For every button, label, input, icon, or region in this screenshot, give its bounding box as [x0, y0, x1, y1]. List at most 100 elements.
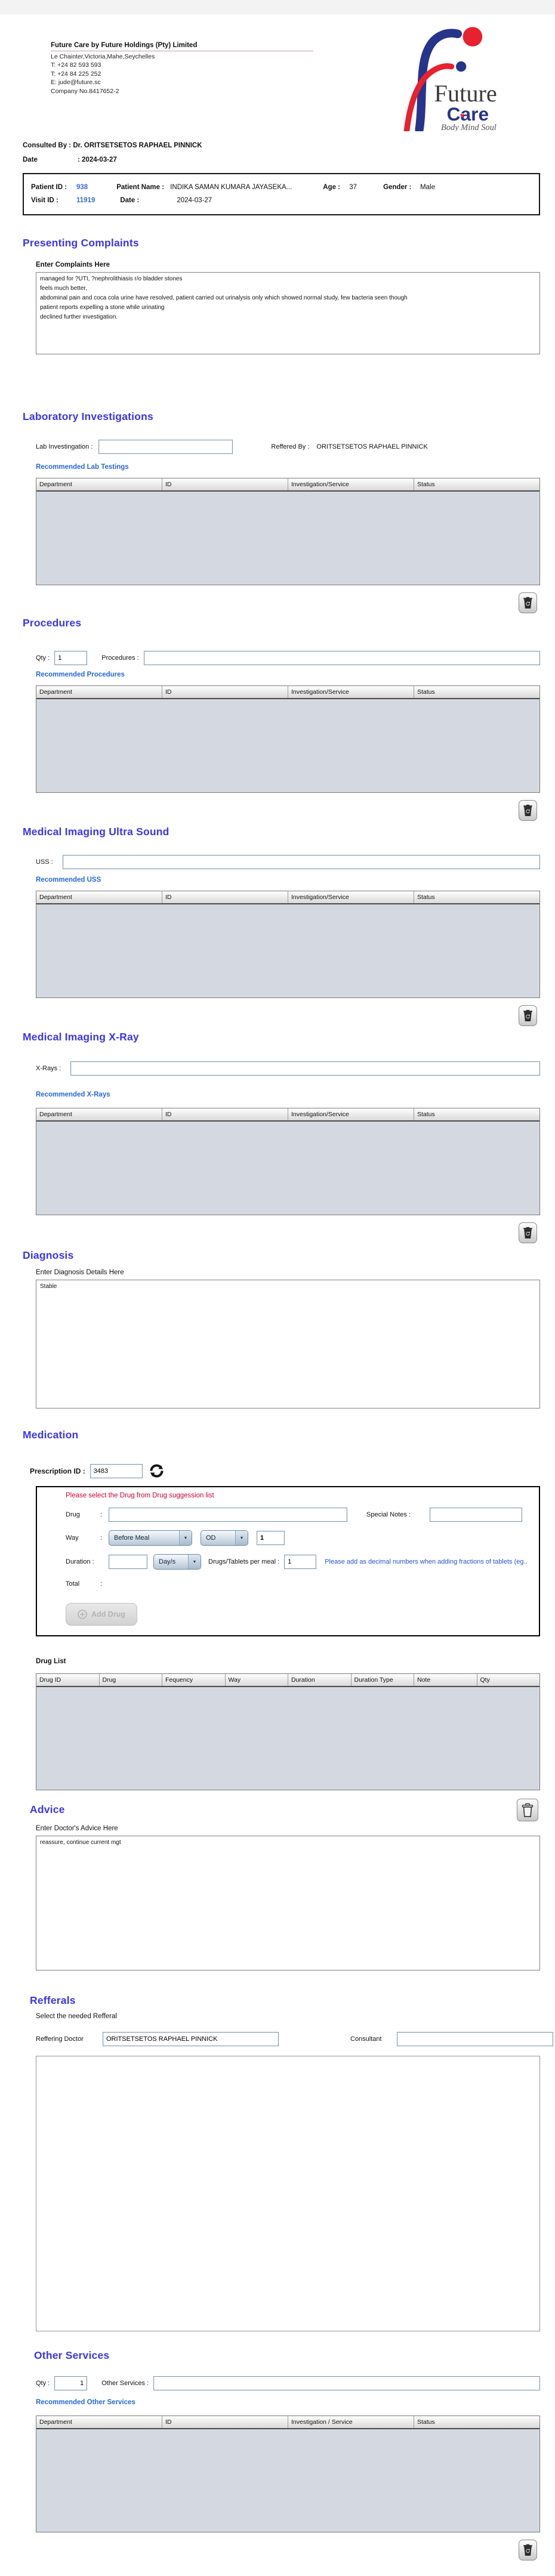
- add-drug-label: Add Drug: [91, 1610, 125, 1619]
- list-cell: Status: [414, 2416, 539, 2428]
- company-name: Future Care by Future Holdings (Pty) Lim…: [51, 42, 313, 51]
- consultant-input[interactable]: [397, 2032, 553, 2046]
- trash-icon: [523, 1227, 533, 1239]
- procedures-label: Procedures :: [101, 654, 138, 662]
- list-cell: Department: [36, 478, 162, 490]
- list-cell: Status: [414, 686, 539, 698]
- diagnosis-textarea[interactable]: Stable: [36, 1280, 540, 1409]
- other-services-input[interactable]: [153, 2376, 540, 2390]
- frequency-select[interactable]: OD ▼: [201, 1530, 248, 1546]
- list-cell: T: +24 82 593 593: [51, 61, 331, 69]
- diagnosis-label: Enter Diagnosis Details Here: [36, 1269, 555, 1276]
- list-cell: ID: [162, 1108, 288, 1120]
- list-cell: Department: [36, 1108, 162, 1120]
- section-title-xray: Medical Imaging X-Ray: [23, 1031, 555, 1043]
- xray-clear-trash-button[interactable]: [519, 1222, 537, 1243]
- prescription-id-label: Prescription ID :: [30, 1467, 85, 1475]
- uss-input[interactable]: [63, 855, 540, 869]
- consultant-label: Consultant: [350, 2036, 397, 2043]
- list-cell: ID: [162, 891, 288, 903]
- drug-suggestion-warning: Please select the Drug from Drug suggess…: [66, 1492, 527, 1499]
- uss-table-body[interactable]: [36, 904, 539, 997]
- drug-list-table-body[interactable]: [36, 1687, 539, 1790]
- other-services-clear-trash-button[interactable]: [519, 2540, 537, 2560]
- plus-circle-icon: [78, 1610, 87, 1619]
- drug-row: Drug : Special Notes :: [66, 1508, 527, 1522]
- list-cell: Duration: [288, 1674, 352, 1686]
- list-cell: Le Chainter,Victoria,Mahe,Seychelles: [51, 53, 331, 60]
- list-cell: Qty: [477, 1674, 540, 1686]
- refresh-prescription-button[interactable]: [149, 1463, 165, 1479]
- list-cell: Status: [414, 891, 539, 903]
- other-services-trash-row: [0, 2540, 555, 2560]
- prescription-id-input[interactable]: [90, 1464, 143, 1478]
- refresh-icon: [149, 1463, 165, 1479]
- lab-input-label: Lab Investingation :: [36, 443, 92, 450]
- frequency-qty-input[interactable]: [257, 1531, 285, 1545]
- age-label: Age :: [323, 184, 349, 191]
- section-title-advice: Advice: [30, 1803, 65, 1816]
- recommended-uss-link[interactable]: Recommended USS: [36, 876, 101, 884]
- drug-list-clear-trash-button[interactable]: [517, 1799, 538, 1821]
- chevron-down-icon: ▼: [179, 1531, 192, 1545]
- other-services-table-body[interactable]: [36, 2429, 539, 2532]
- decimal-hint-text: Please add as decimal numbers when addin…: [325, 1558, 527, 1565]
- patient-id-value: 938: [76, 184, 88, 191]
- referral-list-box[interactable]: [36, 2056, 540, 2331]
- procedures-table-body[interactable]: [36, 699, 539, 792]
- lab-table-header: DepartmentIDInvestigation/ServiceStatus: [36, 478, 539, 492]
- lab-investigation-input[interactable]: [98, 440, 233, 454]
- logo-blue-dot: [456, 61, 466, 72]
- chevron-down-icon: ▼: [188, 1555, 201, 1569]
- company-logo: Future Care ♥ Body Mind Soul: [364, 14, 549, 134]
- consultation-report-page: Future Care by Future Holdings (Pty) Lim…: [0, 0, 555, 2576]
- lab-clear-trash-button[interactable]: [519, 592, 537, 613]
- date-value: : 2024-03-27: [78, 156, 117, 163]
- lab-table-body[interactable]: [36, 492, 539, 585]
- drug-input[interactable]: [109, 1508, 347, 1522]
- frequency-select-value: OD: [201, 1534, 235, 1542]
- referral-inputs-row: Reffering Doctor Consultant: [36, 2032, 555, 2046]
- procedures-input[interactable]: [144, 651, 540, 665]
- referring-doctor-input[interactable]: [103, 2032, 279, 2046]
- patient-name-value: INDIKA SAMAN KUMARA JAYASEKA...: [170, 184, 292, 191]
- special-notes-input[interactable]: [430, 1508, 522, 1522]
- total-label: Total: [66, 1580, 100, 1587]
- uss-table: DepartmentIDInvestigation/ServiceStatus: [36, 891, 540, 998]
- other-services-table: DepartmentIDInvestigation / ServiceStatu…: [36, 2416, 540, 2532]
- xray-input[interactable]: [70, 1061, 540, 1076]
- procedures-clear-trash-button[interactable]: [519, 800, 537, 821]
- recommended-lab-testings-link[interactable]: Recommended Lab Testings: [36, 464, 129, 471]
- other-qty-input[interactable]: [54, 2376, 87, 2390]
- per-meal-label: Drugs/Tablets per meal :: [208, 1558, 279, 1565]
- recommended-xray-link[interactable]: Recommended X-Rays: [36, 1091, 110, 1098]
- other-services-label: Other Services :: [101, 2380, 149, 2387]
- xray-table-body[interactable]: [36, 1122, 539, 1215]
- list-cell: T: +24 84 225 252: [51, 70, 331, 78]
- complaints-textarea[interactable]: managed for ?UTI, ?nephrolithiasis r/o b…: [36, 272, 540, 354]
- procedures-qty-input[interactable]: [54, 651, 87, 665]
- duration-input[interactable]: [109, 1555, 147, 1569]
- per-meal-input[interactable]: [284, 1555, 316, 1569]
- visit-id-value: 11919: [76, 197, 95, 204]
- prescription-row: Prescription ID :: [30, 1463, 555, 1479]
- way-row: Way : Before Meal ▼ OD ▼: [66, 1530, 527, 1546]
- advice-textarea[interactable]: reassure, continue current mgt: [36, 1836, 540, 1970]
- drug-label: Drug: [66, 1511, 100, 1518]
- advice-label: Enter Doctor's Advice Here: [36, 1825, 555, 1832]
- way-select[interactable]: Before Meal ▼: [109, 1530, 192, 1546]
- section-title-referrals: Refferals: [30, 1994, 555, 2007]
- uss-trash-row: [0, 1005, 555, 1026]
- consulted-by-line: Consulted By : Dr. ORITSETSETOS RAPHAEL …: [23, 142, 555, 149]
- total-row: Total :: [66, 1580, 527, 1587]
- duration-type-select[interactable]: Day/s ▼: [153, 1554, 201, 1570]
- list-cell: Investigation/Service: [288, 891, 414, 903]
- recommended-procedures-link[interactable]: Recommended Procedures: [36, 671, 125, 678]
- uss-clear-trash-button[interactable]: [519, 1005, 537, 1026]
- list-cell: Status: [414, 1108, 539, 1120]
- add-drug-button[interactable]: Add Drug: [66, 1603, 137, 1626]
- list-cell: Company No.8417652-2: [51, 88, 331, 95]
- list-cell: E: jude@future.sc: [51, 79, 331, 86]
- procedures-table: DepartmentIDInvestigation/ServiceStatus: [36, 685, 540, 793]
- recommended-other-services-link[interactable]: Recommended Other Services: [36, 2399, 135, 2406]
